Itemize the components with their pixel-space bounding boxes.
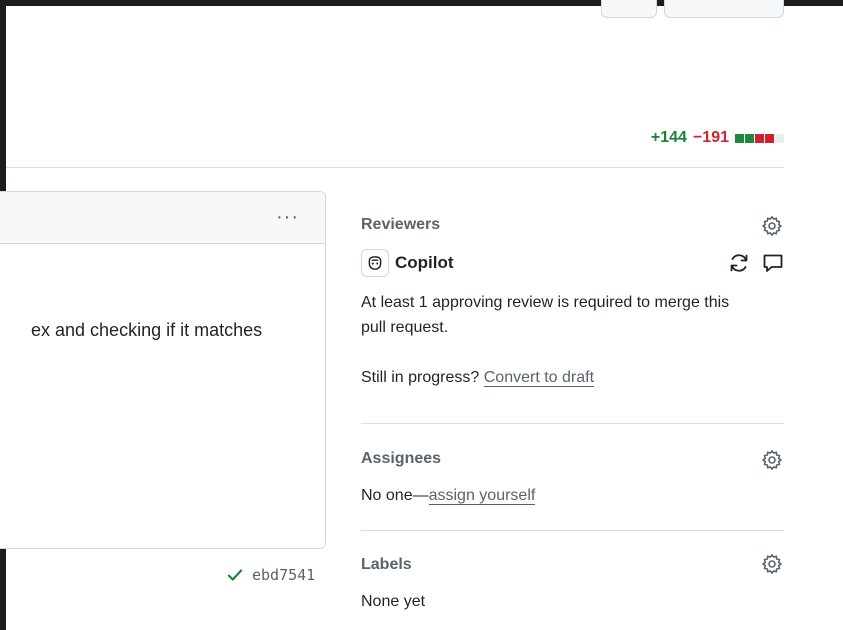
reviewers-title: Reviewers — [361, 216, 441, 233]
diffstat-additions: +144 — [650, 129, 687, 146]
section-divider — [361, 530, 784, 531]
labels-title: Labels — [361, 556, 412, 573]
diffstat-deletions: −191 — [692, 129, 729, 146]
copilot-icon — [368, 256, 382, 270]
review-requirement-line1: At least 1 approving review is required … — [361, 294, 730, 311]
assignees-value: No one—assign yourself — [361, 483, 536, 508]
draft-prompt-text: Still in progress? — [361, 369, 480, 386]
comment-header: ··· — [0, 192, 325, 244]
diffstat-block-deleted — [765, 133, 774, 143]
header-button-wide[interactable] — [664, 0, 784, 18]
review-requirement-line2: pull request. — [361, 319, 449, 336]
assign-yourself-link[interactable]: assign yourself — [428, 487, 536, 505]
draft-prompt: Still in progress? Convert to draft — [361, 365, 595, 390]
section-divider — [361, 423, 784, 424]
copilot-avatar[interactable] — [361, 249, 389, 277]
diffstat: +144 −191 — [651, 129, 785, 147]
sync-icon[interactable] — [727, 251, 751, 275]
comment-body-text: ex and checking if it matches — [31, 320, 263, 340]
diffstat-block-deleted — [755, 133, 764, 143]
labels-value: None yet — [361, 593, 426, 610]
gear-icon[interactable] — [760, 448, 784, 472]
diffstat-blocks — [735, 133, 785, 143]
commit-sha-link[interactable]: ebd7541 — [252, 566, 315, 584]
assignees-title: Assignees — [361, 450, 442, 467]
gear-icon[interactable] — [760, 214, 784, 238]
assignees-none-text: No one— — [361, 487, 429, 504]
comment-icon[interactable] — [761, 251, 785, 275]
header-divider — [6, 167, 784, 168]
reviewer-name[interactable]: Copilot — [395, 253, 454, 273]
diffstat-block-added — [745, 133, 754, 143]
pr-description-comment: ··· ex and checking if it matches — [0, 191, 326, 549]
header-button[interactable] — [601, 0, 657, 18]
commit-status: ebd7541 — [226, 566, 315, 584]
diffstat-block-added — [735, 133, 744, 143]
check-icon — [227, 569, 243, 581]
convert-to-draft-link[interactable]: Convert to draft — [483, 369, 595, 387]
gear-icon[interactable] — [760, 552, 784, 576]
kebab-horizontal-icon[interactable]: ··· — [276, 206, 299, 229]
diffstat-block-neutral — [775, 133, 784, 143]
